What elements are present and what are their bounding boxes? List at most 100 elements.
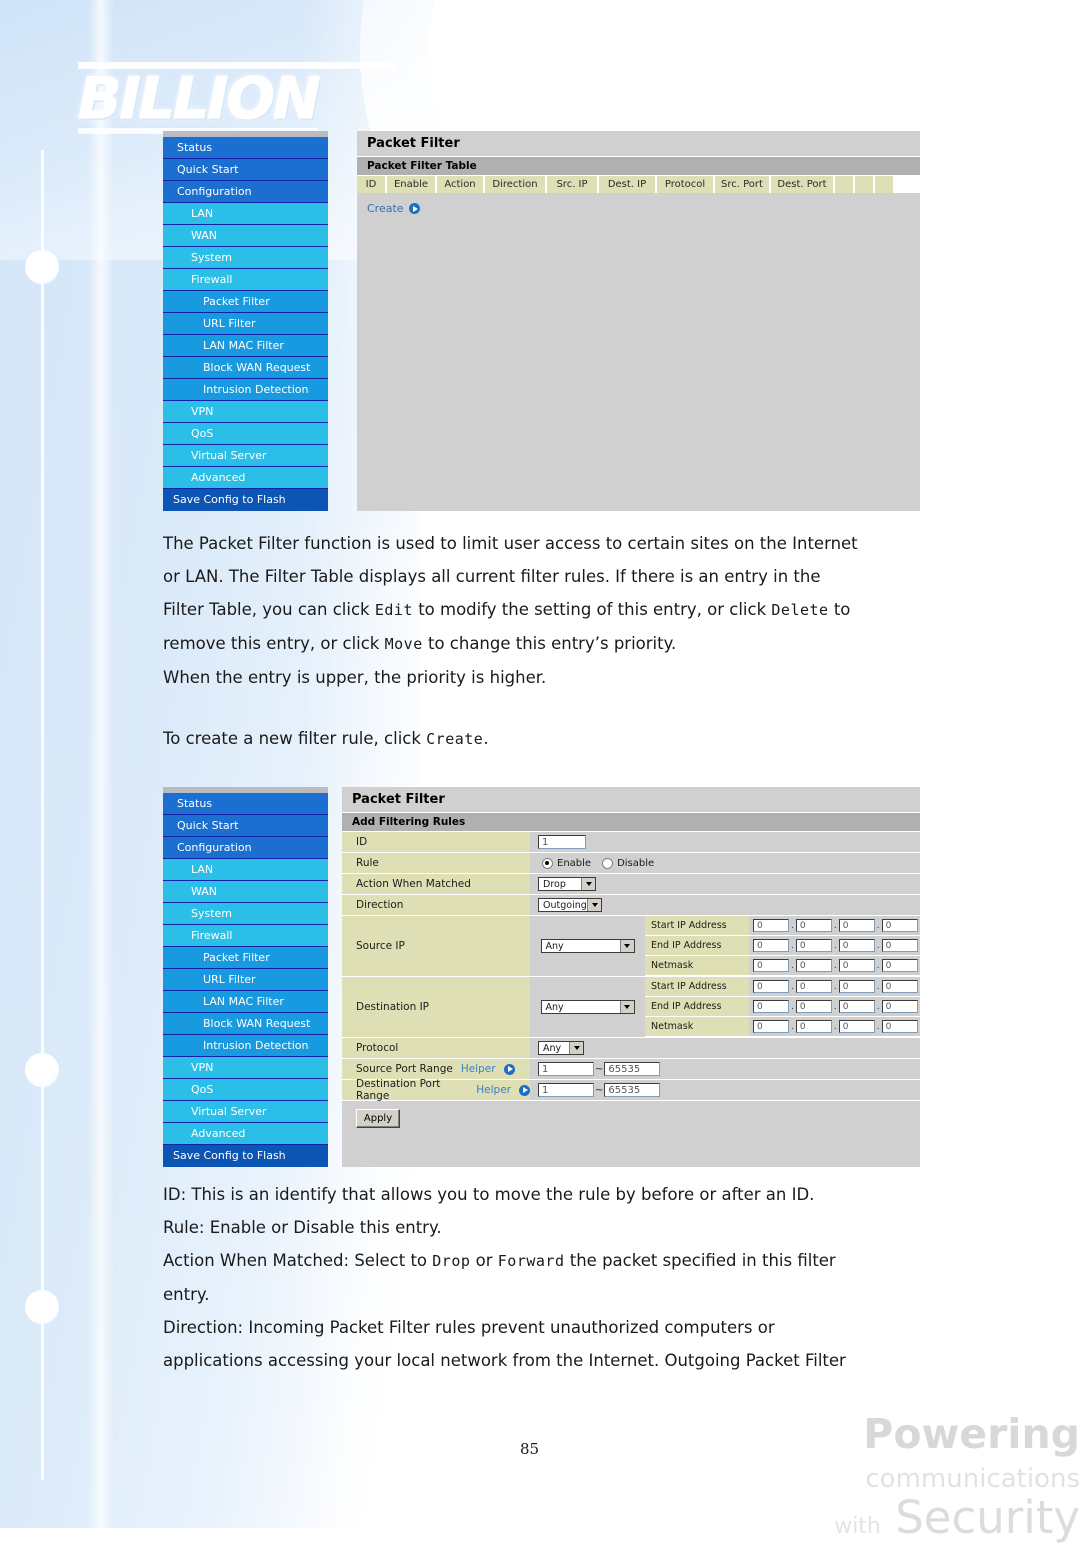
ip-octet-separator: . [876, 920, 880, 931]
sidebar-item-configuration[interactable]: Configuration [163, 181, 328, 203]
ip-octet-input[interactable]: 0 [795, 919, 832, 932]
ip-octet-input[interactable]: 0 [838, 980, 875, 993]
ip-octet-input[interactable]: 0 [838, 1020, 875, 1033]
sidebar-item-system[interactable]: System [163, 247, 328, 269]
background-node-circle [25, 250, 59, 284]
destination-port-helper-link[interactable]: Helper [476, 1084, 511, 1096]
background-stripe [88, 0, 114, 1528]
sidebar-item-url-filter[interactable]: URL Filter [163, 313, 328, 335]
sidebar-item-configuration[interactable]: Configuration [163, 837, 328, 859]
direction-select[interactable]: Outgoing [538, 898, 602, 912]
ip-octet-input[interactable]: 0 [838, 919, 875, 932]
sidebar-item-lan-mac-filter[interactable]: LAN MAC Filter [163, 991, 328, 1013]
ip-octet-input[interactable]: 0 [795, 939, 832, 952]
sidebar-item-save-config-to-flash[interactable]: Save Config to Flash [163, 489, 328, 511]
ip-row-label: Netmask [645, 1017, 749, 1036]
arrow-circle-icon[interactable] [503, 1063, 515, 1075]
sidebar-item-qos[interactable]: QoS [163, 423, 328, 445]
sidebar-item-quick-start[interactable]: Quick Start [163, 815, 328, 837]
destination-port-from-input[interactable]: 1 [538, 1083, 594, 1097]
table-header-label: Dest. IP [607, 179, 647, 190]
sidebar-item-intrusion-detection[interactable]: Intrusion Detection [163, 379, 328, 401]
sidebar-item-wan[interactable]: WAN [163, 881, 328, 903]
ip-octet-input[interactable]: 0 [881, 1020, 918, 1033]
text-line: The Packet Filter function is used to li… [163, 534, 858, 553]
sidebar-item-label: Save Config to Flash [173, 493, 286, 506]
source-port-to-input[interactable]: 65535 [604, 1062, 661, 1076]
text-line: or LAN. The Filter Table displays all cu… [163, 567, 821, 586]
sidebar-item-intrusion-detection[interactable]: Intrusion Detection [163, 1035, 328, 1057]
apply-button[interactable]: Apply [356, 1109, 400, 1128]
arrow-circle-icon[interactable] [519, 1084, 530, 1096]
form-row-protocol: Protocol Any [342, 1038, 920, 1059]
sidebar-item-quick-start[interactable]: Quick Start [163, 159, 328, 181]
sidebar-item-url-filter[interactable]: URL Filter [163, 969, 328, 991]
ip-octet-input[interactable]: 0 [753, 919, 789, 932]
sidebar-item-packet-filter[interactable]: Packet Filter [163, 291, 328, 313]
sidebar-item-firewall[interactable]: Firewall [163, 925, 328, 947]
sidebar-item-status[interactable]: Status [163, 137, 328, 159]
sidebar-item-virtual-server[interactable]: Virtual Server [163, 1101, 328, 1123]
ip-octet-input[interactable]: 0 [753, 959, 789, 972]
sidebar-item-status[interactable]: Status [163, 793, 328, 815]
ip-octet-input[interactable]: 0 [838, 959, 875, 972]
ip-octet-input[interactable]: 0 [795, 1020, 832, 1033]
ip-octet-input[interactable]: 0 [881, 939, 918, 952]
sidebar-item-virtual-server[interactable]: Virtual Server [163, 445, 328, 467]
rule-disable-radio[interactable] [602, 857, 614, 869]
ip-octet-input[interactable]: 0 [838, 1000, 875, 1013]
ip-octet-group: 0.0.0.0 [749, 916, 920, 935]
sidebar-item-save-config-to-flash[interactable]: Save Config to Flash [163, 1145, 328, 1167]
sidebar-item-lan-mac-filter[interactable]: LAN MAC Filter [163, 335, 328, 357]
destination-port-to-input[interactable]: 65535 [604, 1083, 661, 1097]
ip-row: End IP Address 0. 0. 0. 0 [645, 936, 920, 956]
sidebar-item-wan[interactable]: WAN [163, 225, 328, 247]
source-port-from-input[interactable]: 1 [538, 1062, 594, 1076]
rule-enable-radio[interactable] [542, 857, 553, 869]
ip-octet-input[interactable]: 0 [881, 959, 918, 972]
sidebar-item-vpn[interactable]: VPN [163, 401, 328, 423]
id-input[interactable]: 1 [538, 835, 586, 849]
sidebar-item-firewall[interactable]: Firewall [163, 269, 328, 291]
ip-octet-input[interactable]: 0 [795, 1000, 832, 1013]
form-actions: Apply [342, 1101, 920, 1138]
sidebar-item-vpn[interactable]: VPN [163, 1057, 328, 1079]
table-header-protocol: Protocol [657, 176, 715, 193]
sidebar-item-block-wan-request[interactable]: Block WAN Request [163, 1013, 328, 1035]
form-row-source-port-range: Source Port Range Helper 1 ~ 65535 [342, 1059, 920, 1080]
destination-ip-label: Destination IP [342, 977, 530, 1037]
source-port-helper-link[interactable]: Helper [461, 1063, 496, 1075]
router-sidebar[interactable]: Status Quick Start Configuration LAN WAN Syst… [163, 131, 328, 511]
create-link[interactable]: Create [367, 202, 920, 215]
direction-label: Direction [342, 895, 530, 915]
ip-octet-input[interactable]: 0 [753, 939, 789, 952]
router-sidebar[interactable]: Status Quick Start Configuration LAN WAN Syst… [163, 787, 328, 1167]
description-paragraph-2: To create a new filter rule, click Creat… [163, 722, 923, 756]
source-ip-mode-select[interactable]: Any [540, 939, 635, 953]
action-select[interactable]: Drop [538, 877, 596, 891]
table-header-label: ID [365, 179, 377, 190]
destination-ip-mode-select[interactable]: Any [540, 1000, 635, 1014]
sidebar-item-block-wan-request[interactable]: Block WAN Request [163, 357, 328, 379]
sidebar-item-system[interactable]: System [163, 903, 328, 925]
ip-octet-input[interactable]: 0 [838, 939, 875, 952]
sidebar-item-lan[interactable]: LAN [163, 859, 328, 881]
sidebar-item-advanced[interactable]: Advanced [163, 467, 328, 489]
form-row-direction: Direction Outgoing [342, 895, 920, 916]
protocol-select[interactable]: Any [538, 1041, 584, 1055]
sidebar-item-advanced[interactable]: Advanced [163, 1123, 328, 1145]
ip-octet-input[interactable]: 0 [753, 980, 789, 993]
ip-octet-input[interactable]: 0 [753, 1000, 789, 1013]
ip-octet-input[interactable]: 0 [881, 980, 918, 993]
ip-octet-input[interactable]: 0 [795, 959, 832, 972]
ip-octet-input[interactable]: 0 [881, 919, 918, 932]
ip-octet-input[interactable]: 0 [881, 1000, 918, 1013]
sidebar-item-packet-filter[interactable]: Packet Filter [163, 947, 328, 969]
ip-row-label: Start IP Address [645, 977, 749, 996]
ip-octet-separator: . [833, 981, 837, 992]
table-header-src-ip: Src. IP [547, 176, 599, 193]
sidebar-item-lan[interactable]: LAN [163, 203, 328, 225]
ip-octet-input[interactable]: 0 [795, 980, 832, 993]
ip-octet-input[interactable]: 0 [753, 1020, 789, 1033]
sidebar-item-qos[interactable]: QoS [163, 1079, 328, 1101]
